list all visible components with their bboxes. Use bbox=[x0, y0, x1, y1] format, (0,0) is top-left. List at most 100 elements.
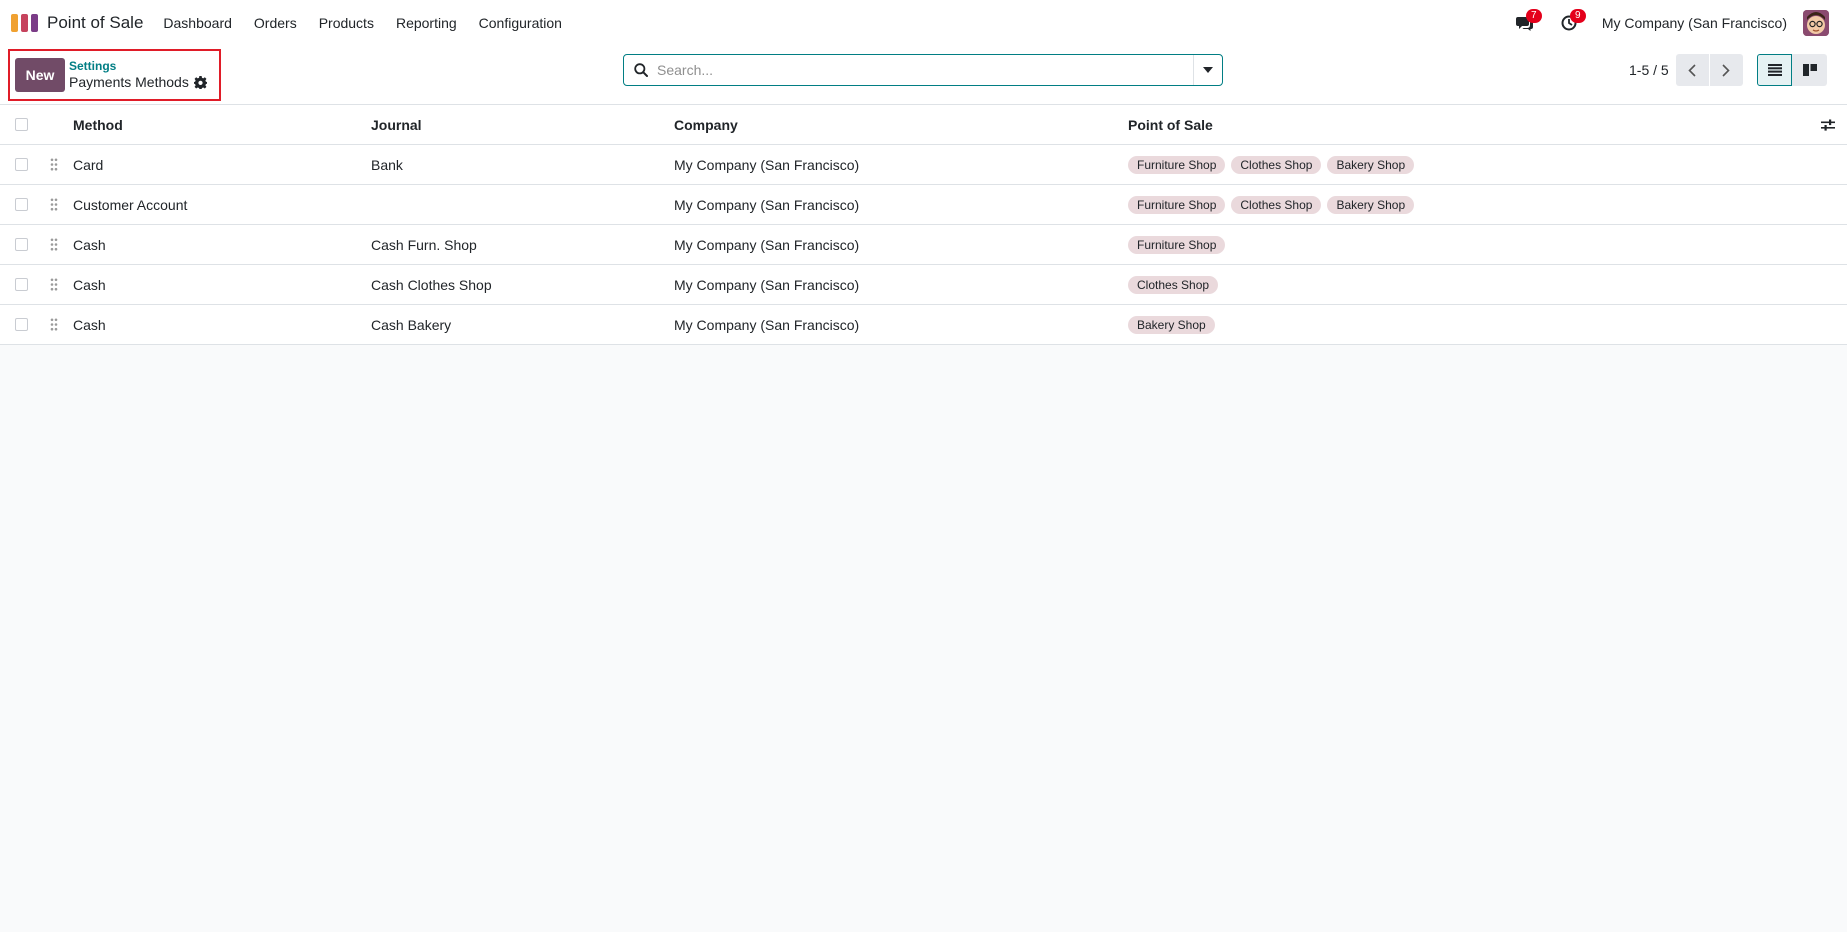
user-avatar[interactable] bbox=[1803, 10, 1829, 36]
app-title[interactable]: Point of Sale bbox=[47, 13, 143, 33]
pos-tag: Clothes Shop bbox=[1128, 275, 1219, 294]
pager: 1-5 / 5 bbox=[1629, 54, 1743, 86]
cell-company: My Company (San Francisco) bbox=[674, 156, 860, 173]
select-all-checkbox[interactable] bbox=[15, 118, 28, 131]
drag-handle-icon[interactable] bbox=[50, 185, 58, 224]
row-select-cell bbox=[15, 225, 28, 264]
new-button[interactable]: New bbox=[15, 58, 65, 92]
column-header-method[interactable]: Method bbox=[73, 105, 123, 144]
page-title: Payments Methods bbox=[69, 73, 207, 91]
chevron-right-icon bbox=[1722, 63, 1730, 77]
breadcrumb-settings[interactable]: Settings bbox=[69, 59, 207, 73]
column-header-point-of-sale[interactable]: Point of Sale bbox=[1128, 105, 1213, 144]
row-checkbox[interactable] bbox=[15, 198, 28, 211]
kanban-icon bbox=[1802, 64, 1817, 76]
search-bar bbox=[623, 54, 1223, 86]
activities-badge: 9 bbox=[1569, 9, 1586, 23]
cell-journal: Bank bbox=[371, 156, 403, 173]
row-checkbox[interactable] bbox=[15, 238, 28, 251]
table-row[interactable]: Customer Account My Company (San Francis… bbox=[0, 185, 1847, 225]
row-select-cell bbox=[15, 185, 28, 224]
sliders-icon bbox=[1821, 119, 1835, 131]
cell-journal: Cash Bakery bbox=[371, 316, 452, 333]
cell-point-of-sale: Furniture Shop Clothes Shop Bakery Shop bbox=[1128, 145, 1420, 184]
cell-method: Cash bbox=[73, 316, 106, 333]
cell-point-of-sale: Furniture Shop Clothes Shop Bakery Shop bbox=[1128, 185, 1420, 224]
pos-tag: Furniture Shop bbox=[1128, 195, 1226, 214]
select-all-cell bbox=[15, 105, 28, 144]
chevron-left-icon bbox=[1688, 63, 1696, 77]
search-icon bbox=[634, 63, 648, 77]
highlighted-breadcrumb-area: New Settings Payments Methods bbox=[8, 49, 221, 101]
menu-reporting[interactable]: Reporting bbox=[396, 15, 457, 31]
table-row[interactable]: Cash Cash Bakery My Company (San Francis… bbox=[0, 305, 1847, 345]
table-row[interactable]: Card Bank My Company (San Francisco) Fur… bbox=[0, 145, 1847, 185]
row-checkbox[interactable] bbox=[15, 158, 28, 171]
search-options-toggle[interactable] bbox=[1193, 55, 1222, 85]
gear-icon[interactable] bbox=[193, 75, 207, 89]
company-switcher[interactable]: My Company (San Francisco) bbox=[1602, 15, 1787, 31]
breadcrumb: Settings Payments Methods bbox=[69, 59, 207, 91]
row-checkbox[interactable] bbox=[15, 318, 28, 331]
pos-tag: Furniture Shop bbox=[1128, 235, 1226, 254]
top-navbar: Point of Sale Dashboard Orders Products … bbox=[0, 0, 1847, 46]
table-row[interactable]: Cash Cash Clothes Shop My Company (San F… bbox=[0, 265, 1847, 305]
pos-tag: Clothes Shop bbox=[1231, 155, 1322, 174]
pager-value[interactable]: 1-5 / 5 bbox=[1629, 62, 1669, 78]
page-title-text: Payments Methods bbox=[69, 74, 189, 90]
systray: 7 9 My Company (San Francisco) bbox=[1514, 0, 1847, 46]
table-header: Method Journal Company Point of Sale bbox=[0, 105, 1847, 145]
cell-company: My Company (San Francisco) bbox=[674, 316, 860, 333]
cell-method: Customer Account bbox=[73, 196, 188, 213]
list-icon bbox=[1767, 64, 1782, 76]
menu-products[interactable]: Products bbox=[319, 15, 374, 31]
cell-company: My Company (San Francisco) bbox=[674, 196, 860, 213]
drag-handle-icon[interactable] bbox=[50, 145, 58, 184]
pos-tag: Bakery Shop bbox=[1128, 315, 1215, 334]
menu-dashboard[interactable]: Dashboard bbox=[163, 15, 232, 31]
drag-handle-icon[interactable] bbox=[50, 265, 58, 304]
menu-orders[interactable]: Orders bbox=[254, 15, 297, 31]
app-brand[interactable]: Point of Sale bbox=[11, 13, 163, 33]
row-checkbox[interactable] bbox=[15, 278, 28, 291]
cell-method: Cash bbox=[73, 276, 106, 293]
cell-method: Cash bbox=[73, 236, 106, 253]
list-view-button[interactable] bbox=[1757, 54, 1792, 86]
row-select-cell bbox=[15, 265, 28, 304]
row-select-cell bbox=[15, 145, 28, 184]
pos-app-icon bbox=[11, 14, 38, 32]
cell-method: Card bbox=[73, 156, 104, 173]
column-header-company[interactable]: Company bbox=[674, 105, 738, 144]
menu-configuration[interactable]: Configuration bbox=[479, 15, 562, 31]
drag-handle-icon[interactable] bbox=[50, 225, 58, 264]
row-select-cell bbox=[15, 305, 28, 344]
pos-tag: Bakery Shop bbox=[1327, 155, 1415, 174]
kanban-view-button[interactable] bbox=[1792, 54, 1827, 86]
activities-button[interactable]: 9 bbox=[1558, 9, 1586, 34]
pos-tag: Clothes Shop bbox=[1231, 195, 1322, 214]
messages-badge: 7 bbox=[1525, 9, 1542, 23]
search-input[interactable] bbox=[648, 56, 1193, 84]
column-header-journal[interactable]: Journal bbox=[371, 105, 422, 144]
pos-tag: Bakery Shop bbox=[1327, 195, 1415, 214]
cell-company: My Company (San Francisco) bbox=[674, 236, 860, 253]
control-panel: New Settings Payments Methods Search... … bbox=[0, 46, 1847, 104]
table-body: Card Bank My Company (San Francisco) Fur… bbox=[0, 145, 1847, 345]
view-switcher bbox=[1757, 54, 1827, 86]
caret-down-icon bbox=[1203, 67, 1213, 73]
pos-tag: Furniture Shop bbox=[1128, 155, 1226, 174]
cell-journal: Cash Furn. Shop bbox=[371, 236, 477, 253]
optional-columns-toggle[interactable] bbox=[1821, 105, 1835, 144]
pager-next-button[interactable] bbox=[1709, 54, 1743, 86]
pager-previous-button[interactable] bbox=[1675, 54, 1709, 86]
cell-point-of-sale: Furniture Shop bbox=[1128, 225, 1231, 264]
messages-button[interactable]: 7 bbox=[1514, 9, 1542, 34]
avatar-face-icon bbox=[1803, 10, 1829, 36]
drag-handle-icon[interactable] bbox=[50, 305, 58, 344]
cell-company: My Company (San Francisco) bbox=[674, 276, 860, 293]
table-row[interactable]: Cash Cash Furn. Shop My Company (San Fra… bbox=[0, 225, 1847, 265]
cell-journal: Cash Clothes Shop bbox=[371, 276, 492, 293]
payment-methods-list: Method Journal Company Point of Sale Car… bbox=[0, 104, 1847, 345]
cell-point-of-sale: Clothes Shop bbox=[1128, 265, 1224, 304]
cell-point-of-sale: Bakery Shop bbox=[1128, 305, 1221, 344]
